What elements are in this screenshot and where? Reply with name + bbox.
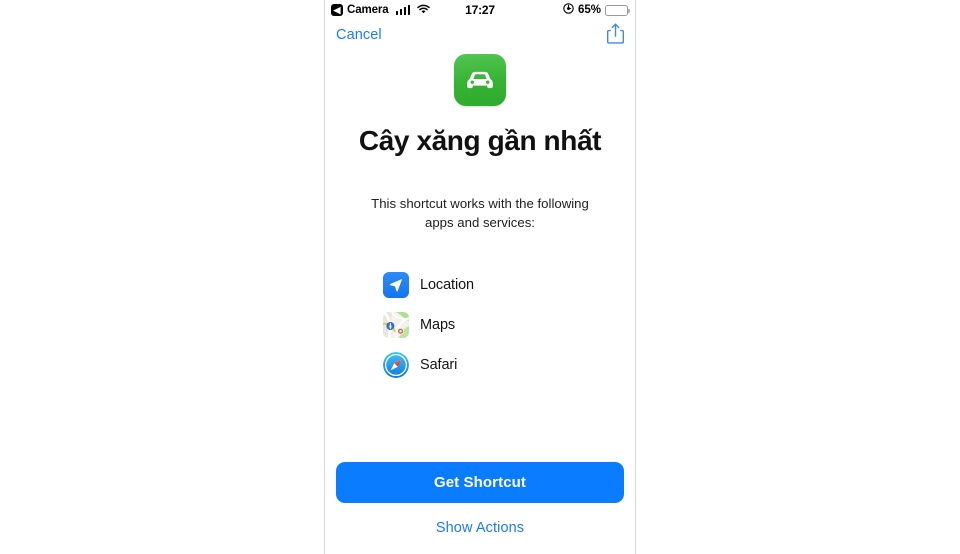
status-bar: ◀ Camera 17:27 65% bbox=[325, 0, 635, 20]
low-power-mode-icon bbox=[563, 3, 574, 17]
car-icon bbox=[454, 54, 506, 106]
location-arrow-icon bbox=[383, 272, 409, 299]
show-actions-button[interactable]: Show Actions bbox=[336, 503, 624, 554]
shortcut-header: Cây xăng gần nhất This shortcut works wi… bbox=[325, 54, 635, 232]
battery-icon bbox=[605, 4, 630, 16]
cancel-button[interactable]: Cancel bbox=[336, 27, 382, 43]
bottom-action-bar: Get Shortcut Show Actions bbox=[325, 462, 635, 554]
phone-screen: ◀ Camera 17:27 65% Cancel Cây xăng gần n… bbox=[324, 0, 636, 554]
cellular-signal-icon bbox=[395, 5, 411, 15]
navigation-bar: Cancel bbox=[325, 20, 635, 50]
list-item-label: Location bbox=[420, 277, 475, 294]
screenshot-canvas: ◀ Camera 17:27 65% Cancel Cây xăng gần n… bbox=[0, 0, 960, 554]
list-item: Safari bbox=[383, 352, 635, 379]
services-list: Location A Maps Safari bbox=[383, 272, 635, 379]
list-item-label: Maps bbox=[420, 317, 456, 334]
list-item-label: Safari bbox=[420, 357, 458, 374]
list-item: A Maps bbox=[383, 312, 635, 339]
share-button[interactable] bbox=[605, 23, 625, 47]
chevron-left-icon[interactable]: ◀ bbox=[331, 4, 343, 16]
battery-percent-label: 65% bbox=[577, 4, 601, 16]
list-item: Location bbox=[383, 272, 635, 299]
status-bar-right: 65% bbox=[563, 3, 630, 17]
share-icon bbox=[606, 23, 624, 47]
get-shortcut-button[interactable]: Get Shortcut bbox=[336, 462, 624, 503]
page-title: Cây xăng gần nhất bbox=[358, 125, 602, 156]
status-bar-left: ◀ Camera bbox=[331, 4, 430, 17]
status-bar-back-app-label[interactable]: Camera bbox=[347, 4, 389, 16]
safari-compass-icon bbox=[383, 352, 409, 379]
maps-icon: A bbox=[383, 312, 409, 339]
shortcut-description: This shortcut works with the following a… bbox=[371, 195, 589, 230]
wifi-icon bbox=[417, 4, 430, 17]
